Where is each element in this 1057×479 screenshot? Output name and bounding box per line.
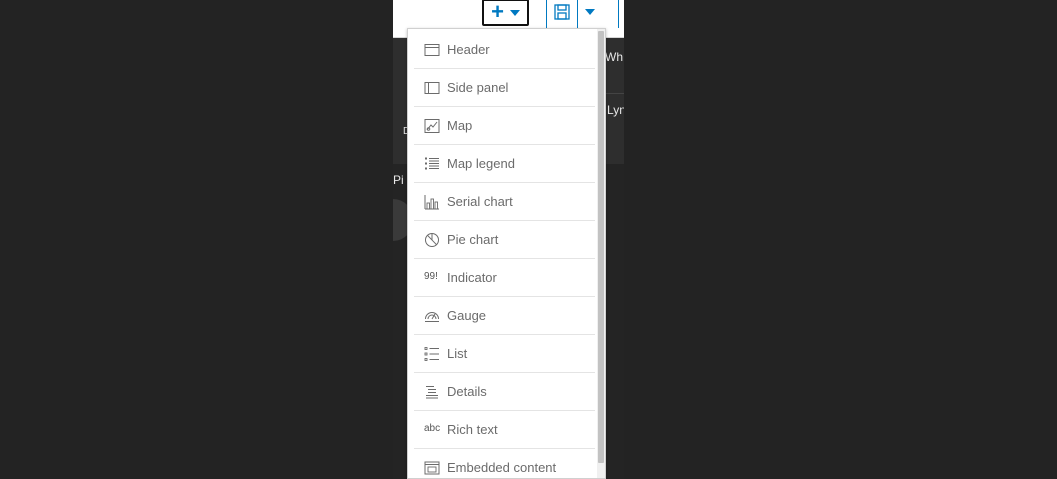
map-icon <box>424 119 440 133</box>
menu-item-label: Gauge <box>447 308 487 323</box>
chevron-down-icon <box>509 9 520 16</box>
menu-item-embedded-content[interactable]: Embedded content <box>414 449 595 478</box>
menu-item-label: Map <box>447 118 473 133</box>
menu-item-label: Rich text <box>447 422 498 437</box>
menu-item-details[interactable]: Details <box>414 373 595 411</box>
indicator-icon: 99! <box>424 271 438 282</box>
map-place-label: Wh <box>605 50 623 64</box>
menu-item-label: Map legend <box>447 156 515 171</box>
menu-item-header[interactable]: Header <box>414 31 595 69</box>
menu-item-label: Details <box>447 384 487 399</box>
map-place-label: Lyn <box>607 103 624 117</box>
serial-chart-icon <box>424 195 439 210</box>
toolbar-divider <box>546 0 547 28</box>
menu-item-pie-chart[interactable]: Pie chart <box>414 221 595 259</box>
menu-item-label: Header <box>447 42 490 57</box>
menu-item-serial-chart[interactable]: Serial chart <box>414 183 595 221</box>
menu-item-label: Indicator <box>447 270 497 285</box>
pie-chart-icon <box>425 233 439 247</box>
add-element-button[interactable]: + <box>482 0 529 26</box>
chevron-down-icon <box>585 9 595 15</box>
scrollbar-thumb[interactable] <box>598 31 604 463</box>
menu-item-list[interactable]: List <box>414 335 595 373</box>
menu-list: Header Side panel Map Map legend Serial … <box>414 31 595 478</box>
menu-item-label: Serial chart <box>447 194 513 209</box>
toolbar-divider <box>618 0 619 28</box>
menu-item-label: Side panel <box>447 80 509 95</box>
menu-item-label: List <box>447 346 468 361</box>
save-icon <box>554 4 570 20</box>
plus-icon: + <box>491 0 504 24</box>
menu-item-indicator[interactable]: 99! Indicator <box>414 259 595 297</box>
menu-item-label: Pie chart <box>447 232 499 247</box>
embedded-content-icon <box>424 461 440 475</box>
menu-scrollbar[interactable] <box>597 29 605 478</box>
side-panel-icon <box>424 82 440 94</box>
list-icon <box>424 347 439 361</box>
save-options-button[interactable] <box>585 9 595 15</box>
map-legend-icon <box>425 157 439 170</box>
add-element-menu: Header Side panel Map Map legend Serial … <box>407 28 606 479</box>
menu-item-map-legend[interactable]: Map legend <box>414 145 595 183</box>
menu-item-rich-text[interactable]: abc Rich text <box>414 411 595 449</box>
toolbar-divider <box>577 0 578 28</box>
header-icon <box>424 44 440 56</box>
menu-item-gauge[interactable]: Gauge <box>414 297 595 335</box>
map-place-label: Pi <box>393 173 404 187</box>
rich-text-icon: abc <box>424 423 441 434</box>
gauge-icon <box>425 312 439 322</box>
save-button[interactable] <box>554 3 570 21</box>
menu-item-label: Embedded content <box>447 460 557 475</box>
details-icon <box>426 386 438 399</box>
menu-item-map[interactable]: Map <box>414 107 595 145</box>
menu-item-side-panel[interactable]: Side panel <box>414 69 595 107</box>
